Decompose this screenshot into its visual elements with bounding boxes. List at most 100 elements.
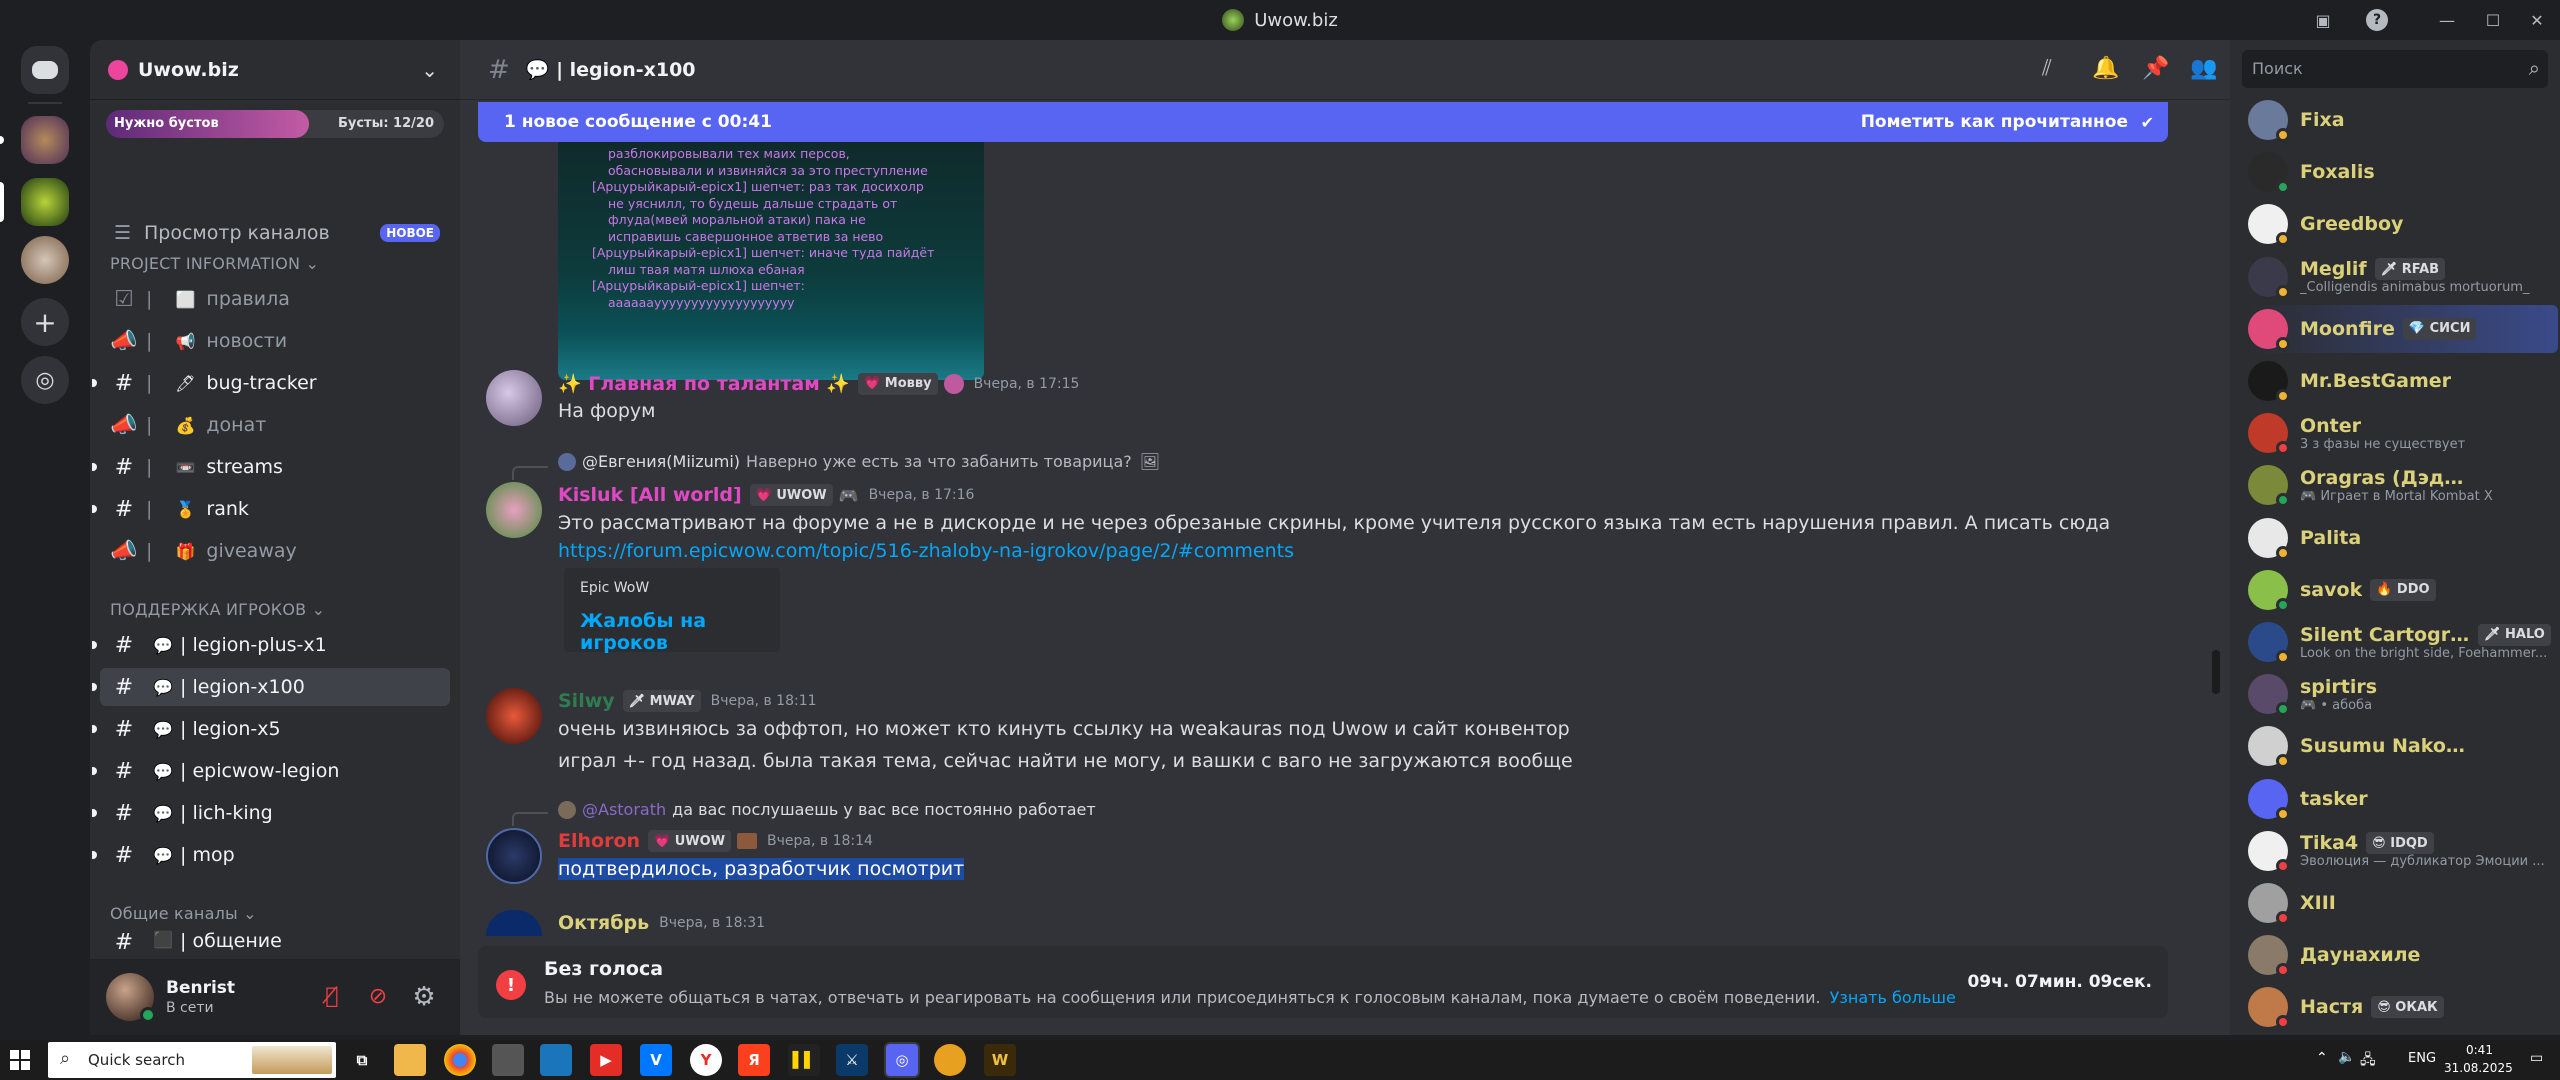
member-row[interactable]: tasker xyxy=(2248,775,2558,823)
settings-gear-icon[interactable]: ⚙ xyxy=(408,981,440,1013)
avatar[interactable] xyxy=(486,482,542,538)
member-row[interactable]: Oragras (Дэдрис)🎮 Играет в Mortal Kombat… xyxy=(2248,461,2558,509)
member-row[interactable]: Palita xyxy=(2248,514,2558,562)
vk-icon[interactable]: V xyxy=(640,1044,672,1076)
app-icon[interactable]: ▌▌ xyxy=(788,1044,820,1076)
channel-legion-plus-x1[interactable]: # 💬 | legion-plus-x1 xyxy=(92,626,450,664)
new-messages-bar[interactable]: 1 новое сообщение с 00:41 Пометить как п… xyxy=(478,102,2168,142)
member-row[interactable]: Meglif 🗡 RFAB _Colligendis animabus mortuo… xyxy=(2248,253,2558,301)
browse-channels[interactable]: ☰ Просмотр каналов НОВОЕ xyxy=(100,214,450,252)
member-row[interactable]: Onter 3 з фазы не существует xyxy=(2248,409,2558,457)
message-author[interactable]: Elhoron xyxy=(558,830,640,852)
taskbar-search[interactable]: ⌕ Quick search xyxy=(48,1042,336,1078)
avatar[interactable] xyxy=(106,973,156,1023)
threads-icon[interactable]: ⫽ xyxy=(2042,56,2052,81)
lang-indicator[interactable]: ENG xyxy=(2408,1051,2436,1066)
minimize-button[interactable]: — xyxy=(2424,0,2470,40)
channel-obshchenie[interactable]: # ⬛ | общение xyxy=(100,930,450,958)
channel-legion-x5[interactable]: # 💬 | legion-x5 xyxy=(92,710,450,748)
message-author[interactable]: Kisluk [All world] xyxy=(558,484,742,506)
member-row[interactable]: Foxalis xyxy=(2248,148,2558,196)
category-general[interactable]: Общие каналы ⌄ xyxy=(110,904,257,923)
member-row[interactable]: Moonfire 💎 СИСИ xyxy=(2248,304,2558,353)
start-button[interactable] xyxy=(10,1050,30,1070)
channel-lich-king[interactable]: # 💬 | lich-king xyxy=(92,794,450,832)
volume-icon[interactable]: 🔈 xyxy=(2338,1049,2355,1065)
channel-giveaway[interactable]: 📣 | 🎁 giveaway xyxy=(100,532,450,570)
learn-more-link[interactable]: Узнать больше xyxy=(1830,988,1956,1007)
channel-epicwow-legion[interactable]: # 💬 | epicwow-legion xyxy=(92,752,450,790)
add-server-icon[interactable]: + xyxy=(21,298,69,346)
message-link[interactable]: https://forum.epicwow.com/topic/516-zhal… xyxy=(558,540,1294,562)
channel-bug-tracker[interactable]: # | 🖊 bug-tracker xyxy=(92,364,450,402)
battlenet-icon[interactable]: ⚔ xyxy=(836,1044,868,1076)
task-view-icon[interactable]: ⧉ xyxy=(346,1044,378,1076)
help-icon[interactable]: ? xyxy=(2354,0,2400,40)
reply-preview[interactable]: @Евгения(Miizumi) Наверно уже есть за чт… xyxy=(558,452,1160,471)
member-row[interactable]: Mr.BestGamer xyxy=(2248,357,2558,405)
avatar[interactable] xyxy=(486,910,542,936)
status-dot xyxy=(2276,963,2290,978)
server-icon-3[interactable] xyxy=(21,236,69,284)
server-icon-uwow[interactable] xyxy=(21,178,69,226)
channel-pravila[interactable]: ☑ | ⬜ правила xyxy=(100,280,450,318)
avatar[interactable] xyxy=(486,370,542,426)
deafen-icon[interactable]: ⊘ xyxy=(362,981,394,1013)
channel-mop[interactable]: # 💬 | mop xyxy=(92,836,450,874)
channel-novosti[interactable]: 📣 | 📢 новости xyxy=(100,322,450,360)
message-author[interactable]: Октябрь xyxy=(558,912,649,934)
discord-taskbar-icon[interactable]: ◎ xyxy=(886,1044,918,1076)
attached-image[interactable]: разблокировывали тех маих персов, обасно… xyxy=(558,142,984,380)
member-row[interactable]: savok 🔥 DDO xyxy=(2248,566,2558,614)
category-project-info[interactable]: PROJECT INFORMATION ⌄ xyxy=(110,254,319,273)
avatar[interactable] xyxy=(486,828,542,884)
channel-rank[interactable]: # | 🏅 rank xyxy=(92,490,450,528)
category-support[interactable]: ПОДДЕРЖКА ИГРОКОВ ⌄ xyxy=(110,600,325,619)
network-icon[interactable]: 🖧 xyxy=(2360,1049,2376,1073)
reply-preview[interactable]: @Astorath да вас послушаешь у вас все по… xyxy=(558,800,1096,819)
mark-read-button[interactable]: Пометить как прочитанное xyxy=(1861,112,2128,132)
close-button[interactable]: ✕ xyxy=(2514,0,2560,40)
inbox-icon[interactable]: ▣ xyxy=(2300,0,2346,40)
member-row[interactable]: Tika4 😎 IDQD Эволюция — дубликатор Эмоции … xyxy=(2248,827,2558,875)
server-header[interactable]: Uwow.biz ⌄ xyxy=(90,40,460,100)
app-icon[interactable] xyxy=(934,1044,966,1076)
avatar[interactable] xyxy=(486,688,542,744)
member-list-icon[interactable]: 👥 xyxy=(2190,56,2217,81)
channel-streams[interactable]: # | 📼 streams xyxy=(92,448,450,486)
steam-icon[interactable] xyxy=(540,1044,572,1076)
wow-icon[interactable]: W xyxy=(984,1044,1016,1076)
channel-donat[interactable]: 📣 | 💰 донат xyxy=(100,406,450,444)
mute-mic-icon[interactable]: 🎙̸ xyxy=(316,981,348,1013)
member-row[interactable]: Susumu Nakoshi xyxy=(2248,722,2558,770)
file-explorer-icon[interactable] xyxy=(394,1044,426,1076)
maximize-button[interactable]: ☐ xyxy=(2470,0,2516,40)
bell-icon[interactable]: 🔔 xyxy=(2092,56,2119,81)
boost-progress[interactable]: Нужно бустов Бусты: 12/20 xyxy=(106,110,444,138)
member-row[interactable]: XIII xyxy=(2248,879,2558,927)
notifications-icon[interactable]: ▭ xyxy=(2530,1050,2543,1066)
message-author[interactable]: Silwy xyxy=(558,690,615,712)
tray-chevron-icon[interactable]: ⌃ xyxy=(2316,1050,2328,1066)
member-status: Look on the bright side, Foehammer... xyxy=(2300,645,2548,661)
message-author[interactable]: ✨ Главная по талантам ✨ xyxy=(558,372,850,395)
chat-scrollbar[interactable] xyxy=(2212,650,2220,694)
member-row[interactable]: Настя 😎 ОКАК xyxy=(2248,983,2558,1031)
chrome-icon[interactable] xyxy=(444,1044,476,1076)
search-input[interactable]: Поиск ⌕ xyxy=(2242,50,2548,88)
member-row[interactable]: Даунахиле xyxy=(2248,931,2558,979)
member-row[interactable]: Fixa xyxy=(2248,96,2558,144)
embed-title[interactable]: Жалобы на игроков xyxy=(580,610,780,654)
yandex-browser-icon[interactable]: Y xyxy=(690,1044,722,1076)
yandex-icon[interactable]: Я xyxy=(738,1044,770,1076)
member-row[interactable]: Greedboy xyxy=(2248,200,2558,248)
discover-icon[interactable]: ◎ xyxy=(21,356,69,404)
channel-legion-x100[interactable]: # 💬 | legion-x100 xyxy=(92,668,450,706)
pin-icon[interactable]: 📌 xyxy=(2142,56,2169,81)
member-row[interactable]: spirtirs 🎮 • абоба xyxy=(2248,670,2558,718)
home-button[interactable] xyxy=(21,46,69,94)
store-icon[interactable] xyxy=(492,1044,524,1076)
server-icon-1[interactable] xyxy=(21,116,69,164)
member-row[interactable]: Silent Cartograp... 🗡 HALOLook on the bri… xyxy=(2248,618,2558,666)
youtube-icon[interactable]: ▶ xyxy=(590,1044,622,1076)
